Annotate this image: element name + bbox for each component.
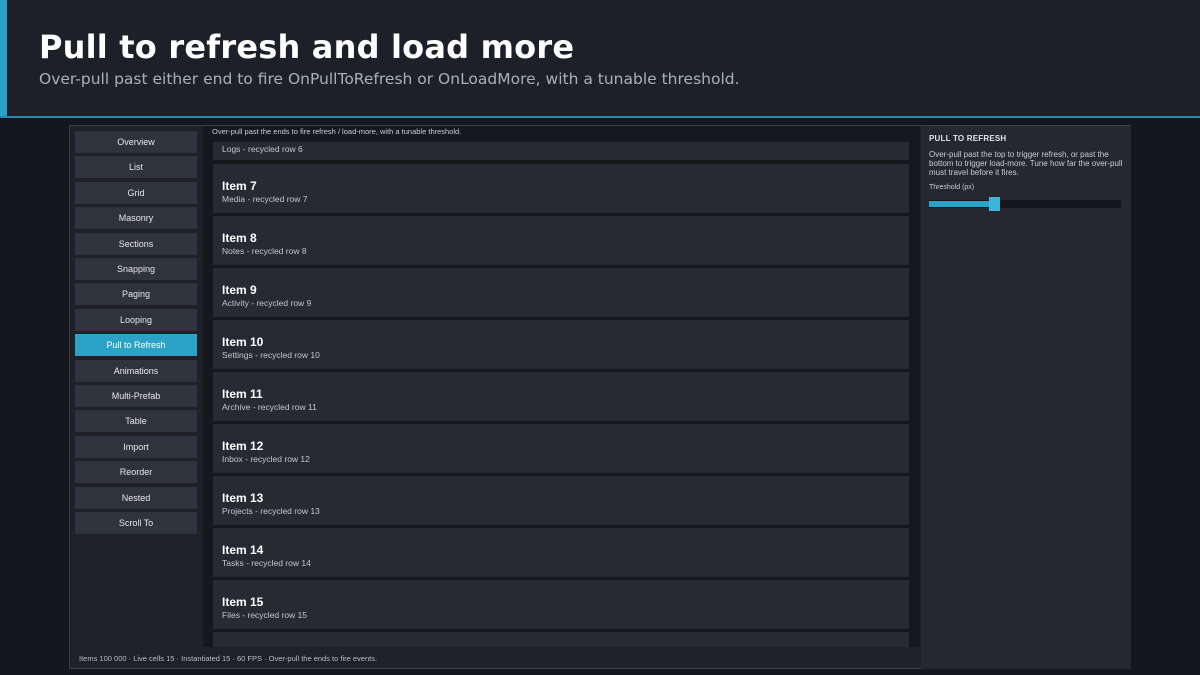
list-item-title: Item 9: [222, 283, 257, 297]
threshold-slider-handle[interactable]: [989, 197, 1001, 211]
threshold-label: Threshold (px): [929, 184, 975, 191]
list-item[interactable]: Item 9 Activity - recycled row 9: [213, 268, 909, 317]
panel-description: Over-pull past the top to trigger refres…: [929, 150, 1123, 177]
list-item-title: Item 8: [222, 231, 257, 245]
list-item-title: Item 10: [222, 335, 264, 349]
list-item-title: Item 11: [222, 387, 263, 401]
scroll-list[interactable]: Over-pull past the ends to fire refresh …: [203, 126, 920, 647]
hero-banner: Pull to refresh and load more Over-pull …: [0, 0, 1200, 118]
status-bar: Items 100 000 · Live cells 15 · Instanti…: [79, 654, 378, 663]
demo-window: Overview List Grid Masonry Sections Snapping P…: [69, 125, 1131, 669]
list-item-subtitle: Settings - recycled row 10: [222, 350, 320, 360]
list-item-subtitle: Inbox - recycled row 12: [222, 454, 310, 464]
list-item[interactable]: Item 7 Media - recycled row 7: [213, 164, 909, 213]
sidebar-item-pull-to-refresh[interactable]: Pull to Refresh: [75, 334, 197, 357]
sidebar-item-list[interactable]: List: [75, 156, 197, 179]
list-item-subtitle: Media - recycled row 7: [222, 194, 308, 204]
page-title: Pull to refresh and load more: [39, 28, 575, 66]
list-item-subtitle: Tasks - recycled row 14: [222, 558, 311, 568]
sidebar-item-import[interactable]: Import: [75, 435, 197, 458]
settings-panel: PULL TO REFRESH Over-pull past the top t…: [921, 126, 1131, 669]
sidebar-item-animations[interactable]: Animations: [75, 359, 197, 382]
sidebar-item-grid[interactable]: Grid: [75, 181, 197, 204]
sidebar-item-nested[interactable]: Nested: [75, 486, 197, 509]
sidebar-item-reorder[interactable]: Reorder: [75, 461, 197, 484]
sidebar-item-paging[interactable]: Paging: [75, 283, 197, 306]
threshold-slider-fill: [929, 201, 995, 207]
list-item[interactable]: Item 12 Inbox - recycled row 12: [213, 424, 909, 473]
list-item[interactable]: Logs - recycled row 6: [213, 142, 909, 160]
sidebar-item-multi-prefab[interactable]: Multi-Prefab: [75, 385, 197, 407]
list-item[interactable]: [213, 632, 909, 647]
list-item-subtitle: Projects - recycled row 13: [222, 506, 320, 516]
sidebar-item-masonry[interactable]: Masonry: [75, 207, 197, 230]
list-item-subtitle: Notes - recycled row 8: [222, 246, 307, 256]
hero-accent-bar: [0, 0, 7, 118]
list-item-title: Item 13: [222, 491, 264, 505]
sidebar-item-sections[interactable]: Sections: [75, 232, 197, 255]
list-item[interactable]: Item 10 Settings - recycled row 10: [213, 320, 909, 369]
list-item[interactable]: Item 8 Notes - recycled row 8: [213, 216, 909, 265]
list-item-title: Item 14: [222, 543, 264, 557]
hero-divider: [0, 116, 1200, 118]
list-item-subtitle: Logs - recycled row 6: [222, 144, 303, 154]
panel-title: PULL TO REFRESH: [929, 134, 1007, 143]
list-item[interactable]: Item 13 Projects - recycled row 13: [213, 476, 909, 525]
threshold-slider[interactable]: [929, 197, 1121, 211]
list-item[interactable]: Item 15 Files - recycled row 15: [213, 580, 909, 629]
list-item[interactable]: Item 14 Tasks - recycled row 14: [213, 528, 909, 577]
sidebar-item-scroll-to[interactable]: Scroll To: [75, 512, 197, 534]
sidebar-item-overview[interactable]: Overview: [75, 131, 197, 153]
list-item-title: Item 12: [222, 439, 264, 453]
list-item-subtitle: Archive - recycled row 11: [222, 402, 317, 412]
sidebar-item-table[interactable]: Table: [75, 410, 197, 433]
page-subtitle: Over-pull past either end to fire OnPull…: [39, 70, 740, 88]
list-item-subtitle: Files - recycled row 15: [222, 610, 308, 620]
sidebar-item-looping[interactable]: Looping: [75, 308, 197, 331]
list-item-title: Item 7: [222, 179, 257, 193]
list-item[interactable]: Item 11 Archive - recycled row 11: [213, 372, 909, 421]
list-hint: Over-pull past the ends to fire refresh …: [212, 127, 462, 136]
list-item-subtitle: Activity - recycled row 9: [222, 298, 312, 308]
list-item-title: Item 15: [222, 595, 264, 609]
sidebar-item-snapping[interactable]: Snapping: [75, 258, 197, 280]
